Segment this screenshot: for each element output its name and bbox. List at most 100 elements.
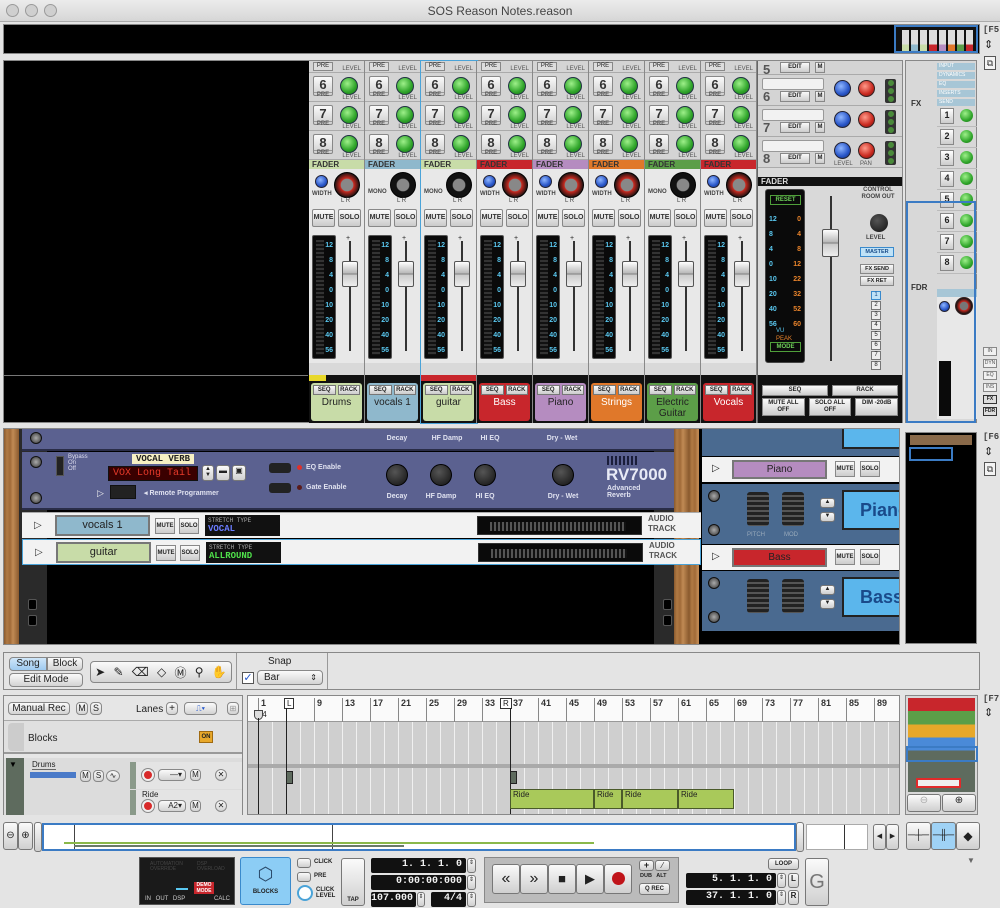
lane-mute-button[interactable]: M [190,800,201,812]
seq-button[interactable]: SEQ [369,385,392,395]
send-level-knob[interactable] [340,135,358,153]
rack-overview-navigator[interactable] [905,432,977,644]
timeline-ruler[interactable]: 1591317212529333741454953576165697377818… [248,696,899,722]
track-mute-button[interactable]: M [80,770,91,782]
expand-arrow-icon[interactable]: ▷ [35,547,43,558]
send-enable-button[interactable]: 8 PRE [649,134,669,156]
note-clip[interactable]: Ride [594,789,622,809]
right-locator-display[interactable]: 37. 1. 1. 0 [686,890,776,905]
width-knob[interactable] [707,175,720,188]
channel-fader-handle[interactable] [678,261,694,287]
solo-button[interactable]: SOLO [860,549,880,565]
bus-select-button[interactable]: 4 [871,321,881,330]
send-level-knob[interactable] [732,135,750,153]
send-level-knob[interactable] [396,135,414,153]
send-enable-button[interactable]: 6 PRE [649,76,669,98]
send-level-knob[interactable] [564,106,582,124]
pan-knob[interactable] [726,172,752,198]
master-solo-button[interactable]: S [90,702,102,715]
section-toggle-button[interactable]: EQ [983,371,997,380]
click-level-knob[interactable] [297,885,313,901]
section-toggle-button[interactable]: FX [983,395,997,404]
rack-button[interactable]: RACK [673,385,696,395]
mod-wheel[interactable] [782,579,804,613]
send-enable-button[interactable]: 6 PRE [313,76,333,98]
note-clip[interactable]: Ride [678,789,734,809]
song-overview-bar[interactable]: ⊖ ⊕ ◀ ▶ [3,822,903,852]
go-to-left-locator-button[interactable]: L [788,873,799,888]
send-enable-button[interactable]: 7 PRE [481,105,501,127]
rack-navigator-viewport[interactable] [909,447,953,461]
fx-mute-button[interactable]: M [815,122,825,133]
send-level-knob[interactable] [452,135,470,153]
delete-lane-icon[interactable]: ✕ [215,769,227,781]
fx-return-button[interactable]: FX RET [860,276,894,286]
arrow-tool-icon[interactable]: ➤ [95,665,105,679]
razor-tool-icon[interactable]: ◇ [157,665,166,679]
track-name[interactable]: Piano [732,460,827,479]
scroll-left-icon[interactable]: ◀ [873,824,886,850]
song-position-display[interactable]: 1. 1. 1. 0 [371,858,466,873]
track-name[interactable]: guitar [56,542,151,563]
right-locator-stepper[interactable]: ⇕ [777,890,786,905]
fx-name-field[interactable] [762,78,824,90]
send-enable-button[interactable]: 6 PRE [593,76,613,98]
snap-checkbox[interactable]: ✓ [242,672,254,684]
overview-left-handle[interactable] [34,822,42,852]
master-mute-button[interactable]: M [76,702,88,715]
hi-eq-knob[interactable] [474,464,496,486]
fx-send-button[interactable]: FX SEND [860,264,894,274]
fx-mute-button[interactable]: M [815,153,825,164]
solo-button[interactable]: SOLO [860,461,880,477]
seq-button[interactable]: SEQ [593,385,616,395]
manual-rec-button[interactable]: Manual Rec [8,702,70,715]
rack-button[interactable]: RACK [337,385,360,395]
send-enable-button[interactable]: 8 PRE [705,134,725,156]
send-enable-button[interactable]: 7 PRE [649,105,669,127]
time-stepper[interactable]: ⇕ [467,875,476,890]
lane-mute-button[interactable]: M [190,769,201,781]
waveform-large-icon[interactable]: ◆ [956,822,980,850]
meter-reset-button[interactable]: RESET [770,195,801,205]
send-level-knob[interactable] [508,135,526,153]
fx-edit-button[interactable]: EDIT [780,153,810,164]
patch-down-button[interactable]: ▼ [820,599,835,609]
expand-arrow-icon[interactable]: ▷ [34,520,42,531]
rack-button[interactable]: RACK [561,385,584,395]
send-level-knob[interactable] [564,135,582,153]
pan-knob[interactable] [390,172,416,198]
save-patch-icon[interactable]: ▣ [232,465,246,481]
send-level-knob[interactable] [340,106,358,124]
left-locator-stepper[interactable]: ⇕ [777,873,786,888]
mute-button[interactable]: MUTE [424,209,447,227]
channel-fader-handle[interactable] [622,261,638,287]
note-clip[interactable]: Ride [510,789,594,809]
send-level-knob[interactable] [676,135,694,153]
collapse-track-icon[interactable]: ▼ [9,760,17,769]
lane-record-button[interactable] [142,769,154,781]
play-button[interactable]: ▶ [576,864,604,894]
pan-knob[interactable] [502,172,528,198]
send-enable-button[interactable]: 6 PRE [369,76,389,98]
width-knob[interactable] [315,175,328,188]
expand-arrow-icon[interactable]: ▷ [712,551,720,562]
send-enable-button[interactable]: 8 PRE [481,134,501,156]
mute-button[interactable]: MUTE [368,209,391,227]
fx-level-knob[interactable] [834,142,851,159]
send-enable-button[interactable]: 7 PRE [313,105,333,127]
zoom-out-horizontal-icon[interactable]: ⊖ [3,822,18,850]
section-toggle-button[interactable]: FDR [983,407,997,416]
solo-button[interactable]: SOLO [338,209,361,227]
mixer-overview-viewport[interactable] [894,25,978,53]
remote-programmer-slot[interactable] [110,485,136,499]
stop-button[interactable]: ■ [548,864,576,894]
send-level-knob[interactable] [396,77,414,95]
edit-mode-button[interactable]: Edit Mode [9,673,83,687]
bus-select-button[interactable]: 2 [871,301,881,310]
loop-button[interactable]: LOOP [768,858,799,870]
song-mode-button[interactable]: Song [9,657,47,671]
seq-button[interactable]: SEQ [425,385,448,395]
patch-up-button[interactable]: ▲ [820,498,835,508]
block-mode-button[interactable]: Block [47,657,83,671]
master-fader-handle[interactable] [822,229,839,257]
